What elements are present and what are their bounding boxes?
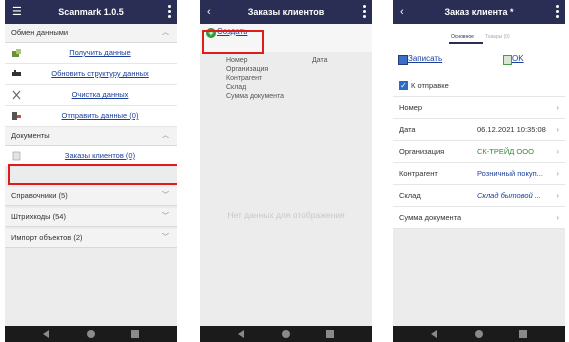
barcode-scanner-icon [12, 70, 21, 76]
highlight-box [8, 164, 177, 185]
chevron-right-icon: › [556, 213, 559, 222]
chevron-right-icon: › [556, 191, 559, 200]
app-bar: ☰ Scanmark 1.0.5 [5, 0, 177, 24]
chevron-right-icon: › [556, 147, 559, 156]
section-data-exchange[interactable]: Обмен данными ︿ [5, 24, 177, 43]
section-label: Импорт объектов (2) [11, 233, 83, 242]
close-icon [12, 90, 21, 100]
nav-recent-icon[interactable] [519, 330, 527, 338]
customer-orders-link[interactable]: Заказы клиентов (0) [27, 146, 173, 166]
highlight-box [202, 30, 264, 54]
system-nav-bar [393, 326, 565, 342]
field-date[interactable]: Дата 06.12.2021 10:35:08 › [393, 119, 565, 141]
tab-main[interactable]: Основное [451, 34, 474, 40]
column-header-sum: Сумма документа [226, 93, 285, 100]
orders-list-screen: ‹ Заказы клиентов + Создать Номер Дата О… [200, 0, 372, 342]
field-counterparty[interactable]: Контрагент Розничный покуп... › [393, 163, 565, 185]
more-options-icon[interactable] [168, 5, 172, 19]
nav-recent-icon[interactable] [326, 330, 334, 338]
screen-title: Заказы клиентов [247, 7, 325, 17]
more-options-icon[interactable] [556, 5, 560, 19]
tab-goods[interactable]: Товары (0) [485, 34, 510, 40]
field-label: Сумма документа [399, 213, 462, 222]
update-structure-item[interactable]: Обновить структуру данных [5, 64, 177, 85]
column-header-date: Дата [312, 57, 328, 64]
save-disk-icon [398, 55, 408, 65]
column-header-number: Номер [226, 57, 248, 64]
field-value: Розничный покуп... [477, 169, 543, 178]
chevron-down-icon: ﹀ [162, 192, 169, 199]
nav-back-icon[interactable] [43, 330, 49, 338]
empty-state-text: Нет данных для отображения [227, 210, 345, 220]
clear-data-link[interactable]: Очистка данных [27, 85, 173, 105]
screen-title: Заказ клиента * [444, 7, 514, 17]
download-icon [12, 49, 21, 57]
section-import[interactable]: Импорт объектов (2) ﹀ [5, 229, 177, 248]
to-send-checkbox[interactable]: ✓ [399, 81, 408, 90]
to-send-label: К отправке [411, 81, 449, 90]
nav-home-icon[interactable] [475, 330, 483, 338]
nav-back-icon[interactable] [238, 330, 244, 338]
chevron-down-icon: ﹀ [162, 213, 169, 220]
field-organization[interactable]: Организация СК-ТРЕЙД ООО › [393, 141, 565, 163]
ok-document-icon [503, 55, 512, 65]
section-directories[interactable]: Справочники (5) ﹀ [5, 187, 177, 206]
back-arrow-icon[interactable]: ‹ [207, 0, 211, 24]
system-nav-bar [200, 326, 372, 342]
app-bar: ‹ Заказ клиента * [393, 0, 565, 24]
send-data-link[interactable]: Отправить данные (0) [27, 106, 173, 126]
more-options-icon[interactable] [363, 5, 367, 19]
column-header-warehouse: Склад [226, 84, 247, 91]
active-tab-underline [449, 42, 483, 44]
form-tabs: Основное Товары (0) [393, 24, 565, 46]
field-value: Склад бытовой ... [477, 191, 542, 200]
update-structure-link[interactable]: Обновить структуру данных [27, 64, 173, 84]
nav-home-icon[interactable] [282, 330, 290, 338]
to-send-row[interactable]: ✓ К отправке [393, 76, 565, 97]
field-label: Склад [399, 191, 421, 200]
app-bar: ‹ Заказы клиентов [200, 0, 372, 24]
nav-recent-icon[interactable] [131, 330, 139, 338]
order-form-screen: ‹ Заказ клиента * Основное Товары (0) За… [393, 0, 565, 342]
nav-home-icon[interactable] [87, 330, 95, 338]
section-barcodes[interactable]: Штрихкоды (54) ﹀ [5, 208, 177, 227]
field-label: Организация [399, 147, 445, 156]
hamburger-menu-icon[interactable]: ☰ [12, 0, 22, 24]
chevron-right-icon: › [556, 103, 559, 112]
field-number[interactable]: Номер › [393, 97, 565, 119]
chevron-right-icon: › [556, 169, 559, 178]
main-menu-screen: ☰ Scanmark 1.0.5 Обмен данными ︿ Получит… [5, 0, 177, 342]
receive-data-item[interactable]: Получить данные [5, 43, 177, 64]
chevron-up-icon: ︿ [162, 29, 169, 36]
document-icon [12, 151, 21, 161]
field-label: Контрагент [399, 169, 438, 178]
column-header-counterparty: Контрагент [226, 75, 263, 82]
chevron-up-icon: ︿ [162, 132, 169, 139]
chevron-down-icon: ﹀ [162, 234, 169, 241]
back-arrow-icon[interactable]: ‹ [400, 0, 404, 24]
field-label: Номер [399, 103, 423, 112]
clear-data-item[interactable]: Очистка данных [5, 85, 177, 106]
upload-icon [12, 112, 21, 120]
field-sum[interactable]: Сумма документа › [393, 207, 565, 229]
nav-back-icon[interactable] [431, 330, 437, 338]
save-button[interactable]: Записать [408, 54, 442, 63]
field-label: Дата [399, 125, 416, 134]
send-data-item[interactable]: Отправить данные (0) [5, 106, 177, 127]
section-label: Обмен данными [11, 28, 69, 37]
receive-data-link[interactable]: Получить данные [27, 43, 173, 63]
app-title: Scanmark 1.0.5 [58, 7, 124, 17]
field-value: СК-ТРЕЙД ООО [477, 147, 534, 156]
column-header-organization: Организация [226, 66, 269, 73]
ok-button[interactable]: OK [512, 54, 524, 63]
section-label: Справочники (5) [11, 191, 68, 200]
section-label: Документы [11, 131, 50, 140]
section-documents[interactable]: Документы ︿ [5, 127, 177, 146]
form-actions: Записать OK [393, 46, 565, 76]
system-nav-bar [5, 326, 177, 342]
field-warehouse[interactable]: Склад Склад бытовой ... › [393, 185, 565, 207]
field-value: 06.12.2021 10:35:08 [477, 125, 546, 134]
section-label: Штрихкоды (54) [11, 212, 66, 221]
chevron-right-icon: › [556, 125, 559, 134]
